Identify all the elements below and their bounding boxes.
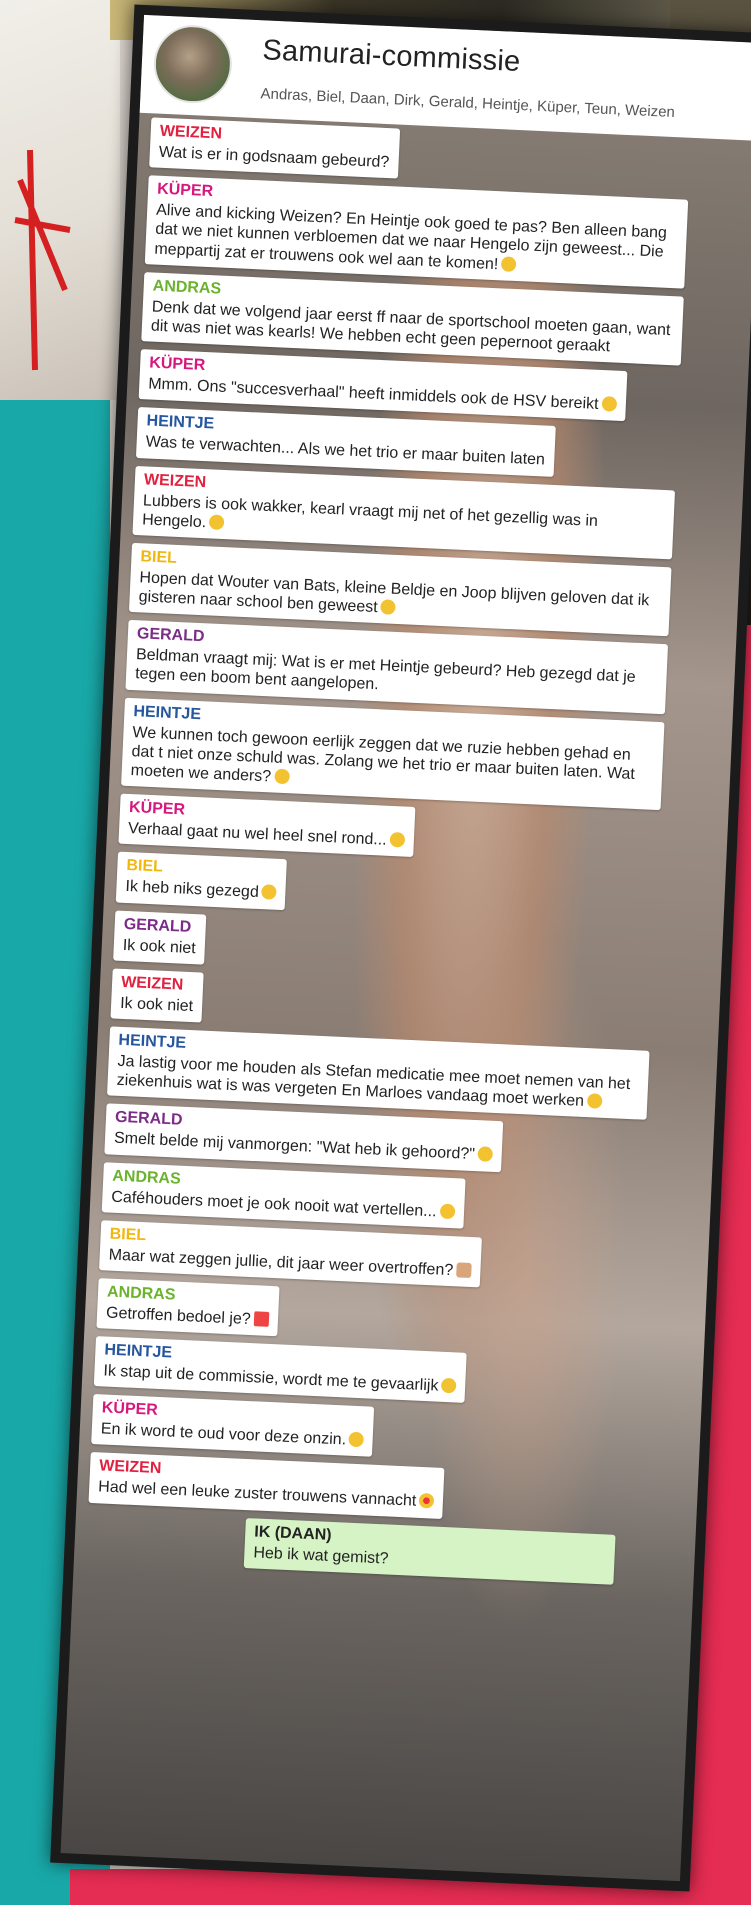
message-bubble[interactable]: GERALD Ik ook niet [113,910,207,965]
smiley-emoji-icon [439,1203,455,1219]
smiley-emoji-icon [261,884,278,901]
heart-eyes-emoji-icon [418,1493,435,1510]
smiley-emoji-icon [601,396,617,412]
smiley-emoji-icon [500,255,517,272]
thumb-emoji-icon [455,1262,472,1278]
message-bubble[interactable]: BIEL Maar wat zeggen jullie, dit jaar wee… [99,1219,482,1288]
message-sender: GERALD [123,915,192,936]
message-bubble[interactable]: KÜPER Verhaal gaat nu wel heel snel rond.… [118,793,416,858]
message-text: Ik heb niks gezegd [125,877,278,903]
message-bubble[interactable]: WEIZEN Wat is er in godsnaam gebeurd? [149,117,400,179]
message-bubble[interactable]: WEIZEN Ik ook niet [110,968,204,1023]
message-text-content: Ik ook niet [122,936,197,957]
message-bubble[interactable]: ANDRAS Denk dat we volgend jaar eerst ff … [141,271,684,366]
own-message-bubble[interactable]: IK (DAAN) Heb ik wat gemist? [243,1517,616,1585]
message-bubble[interactable]: BIEL Ik heb niks gezegd [115,851,288,910]
background-red-cross-graffiti [14,149,71,371]
group-title: Samurai-commissie [261,34,522,78]
smiley-emoji-icon [441,1377,457,1394]
message-bubble[interactable]: KÜPER En ik word te oud voor deze onzin. [91,1394,375,1458]
message-bubble[interactable]: HEINTJE We kunnen toch gewoon eerlijk zeg… [121,697,665,811]
message-text-content: Getroffen bedoel je? [105,1304,252,1328]
message-text-content: Ik ook niet [119,994,194,1015]
message-bubble[interactable]: ANDRAS Caféhouders moet je ook nooit wat … [101,1161,466,1229]
message-text: Ik ook niet [120,994,194,1016]
smiley-emoji-icon [348,1431,365,1448]
group-avatar[interactable] [152,23,234,105]
message-bubble[interactable]: GERALD Beldman vraagt mij: Wat is er met … [125,620,669,714]
smiley-emoji-icon [477,1146,494,1163]
message-bubble[interactable]: HEINTJE Ik stap uit de commissie, wordt m… [93,1336,467,1404]
message-list[interactable]: WEIZEN Wat is er in godsnaam gebeurd? KÜPE… [74,113,751,1588]
message-sender: WEIZEN [120,973,184,994]
chat-screen: Samurai-commissie Andras, Biel, Daan, Di… [60,14,751,1882]
message-bubble[interactable]: WEIZEN Had wel een leuke zuster trouwens … [88,1452,445,1519]
message-bubble[interactable]: HEINTJE Was te verwachten... Als we het t… [135,407,556,477]
message-bubble[interactable]: ANDRAS Getroffen bedoel je? [96,1278,280,1337]
message-bubble[interactable]: KÜPER Alive and kicking Weizen? En Heintj… [144,175,689,289]
message-text-content: Heb ik wat gemist? [253,1544,389,1568]
message-text-content: Ik heb niks gezegd [125,878,260,902]
chat-header-text: Samurai-commissie Andras, Biel, Daan, Di… [260,28,678,121]
smiley-emoji-icon [380,599,397,615]
smiley-emoji-icon [389,832,406,848]
smiley-emoji-icon [208,514,225,530]
smiley-emoji-icon [586,1093,603,1109]
message-text: Ik ook niet [122,935,196,957]
message-bubble[interactable]: HEINTJE Ja lastig voor me houden als Stef… [106,1026,650,1121]
message-bubble[interactable]: GERALD Smelt belde mij vanmorgen: "Wat he… [104,1103,504,1172]
group-members: Andras, Biel, Daan, Dirk, Gerald, Heintj… [260,85,676,122]
chat-screenshot: Samurai-commissie Andras, Biel, Daan, Di… [50,4,751,1892]
message-bubble[interactable]: WEIZEN Lubbers is ook wakker, kearl vraag… [132,465,676,560]
message-bubble[interactable]: BIEL Hopen dat Wouter van Bats, kleine Be… [128,542,672,637]
anger-emoji-icon [253,1311,270,1327]
smiley-emoji-icon [273,768,290,785]
